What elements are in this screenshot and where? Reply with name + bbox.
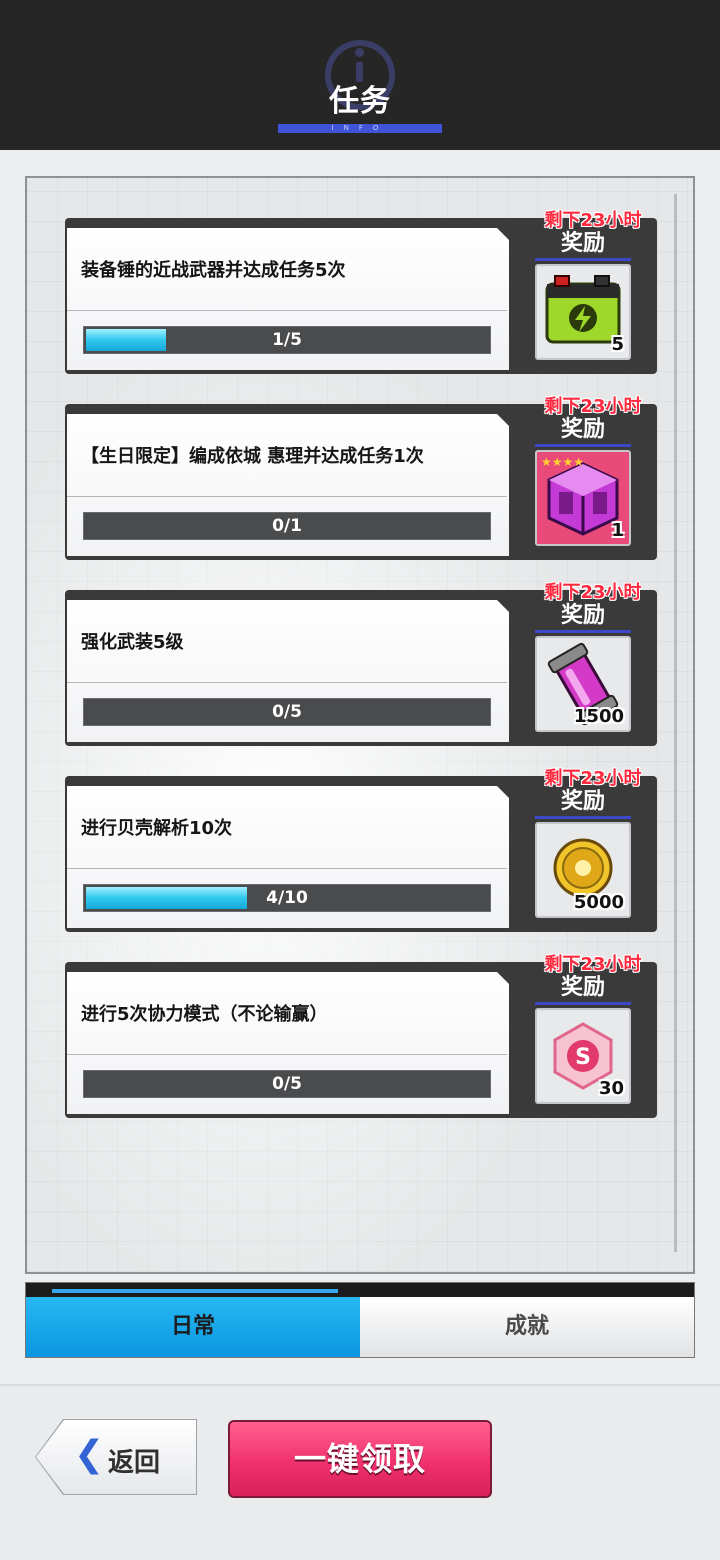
time-remaining: 剩下23小时 [544,582,642,603]
mission-task-text: 强化武装5级 [81,632,184,653]
reward-item[interactable]: S 30 [535,1008,631,1104]
progress-bar: 0/5 [83,698,491,726]
time-remaining: 剩下23小时 [544,210,642,231]
tab-daily[interactable]: 日常 [26,1297,360,1357]
mission-task-text: 进行贝壳解析10次 [81,818,233,839]
progress-text: 4/10 [266,888,308,908]
tab-indicator [52,1289,338,1293]
mission-card: 进行贝壳解析10次 4/10 剩下23小时 奖励 5000 [65,768,657,932]
reward-label: 奖励 [535,416,631,447]
reward-item[interactable]: 1500 [535,636,631,732]
reward-label: 奖励 [535,974,631,1005]
time-remaining: 剩下23小时 [544,396,642,417]
reward-label: 奖励 [535,230,631,261]
reward-quantity: 1500 [573,706,624,727]
time-remaining: 剩下23小时 [544,768,642,789]
mission-task-text: 【生日限定】编成依城 惠理并达成任务1次 [81,446,424,467]
progress-bar: 0/1 [83,512,491,540]
scrollbar[interactable] [674,194,677,1252]
chevron-left-icon: ❮ [74,1434,105,1475]
progress-text: 0/5 [272,1074,302,1094]
tab-achievement[interactable]: 成就 [360,1297,694,1357]
progress-text: 0/5 [272,702,302,722]
header-bar: 任务 INFO [0,0,720,150]
reward-item[interactable]: 5 [535,264,631,360]
svg-text:S: S [575,1045,591,1070]
page-title: 任务 [329,84,391,119]
progress-bar: 0/5 [83,1070,491,1098]
reward-item[interactable]: 5000 [535,822,631,918]
progress-text: 0/1 [272,516,302,536]
back-button[interactable]: ❮ 返回 [36,1420,196,1494]
progress-bar: 4/10 [83,884,491,912]
tab-bar: 日常 成就 [25,1282,695,1358]
svg-text:★★★★: ★★★★ [541,455,584,469]
mission-task-text: 进行5次协力模式（不论输赢） [81,1004,328,1025]
mission-task-text: 装备锤的近战武器并达成任务5次 [81,260,346,281]
title-underline: INFO [278,124,442,133]
reward-label: 奖励 [535,602,631,633]
mission-card: 【生日限定】编成依城 惠理并达成任务1次 0/1 剩下23小时 奖励 ★★★★ … [65,396,657,560]
mission-card: 装备锤的近战武器并达成任务5次 1/5 剩下23小时 奖励 5 [65,210,657,374]
reward-quantity: 30 [598,1078,624,1099]
mission-card: 进行5次协力模式（不论输赢） 0/5 剩下23小时 奖励 S 30 [65,954,657,1118]
reward-quantity: 5000 [573,892,624,913]
time-remaining: 剩下23小时 [544,954,642,975]
progress-text: 1/5 [272,330,302,350]
back-button-label: 返回 [108,1448,161,1478]
reward-quantity: 5 [611,334,624,355]
reward-label: 奖励 [535,788,631,819]
reward-item[interactable]: ★★★★ 1 [535,450,631,546]
claim-all-button[interactable]: 一键领取 [228,1420,492,1498]
progress-bar: 1/5 [83,326,491,354]
mission-card: 强化武装5级 0/5 剩下23小时 奖励 1500 [65,582,657,746]
reward-quantity: 1 [611,520,624,541]
